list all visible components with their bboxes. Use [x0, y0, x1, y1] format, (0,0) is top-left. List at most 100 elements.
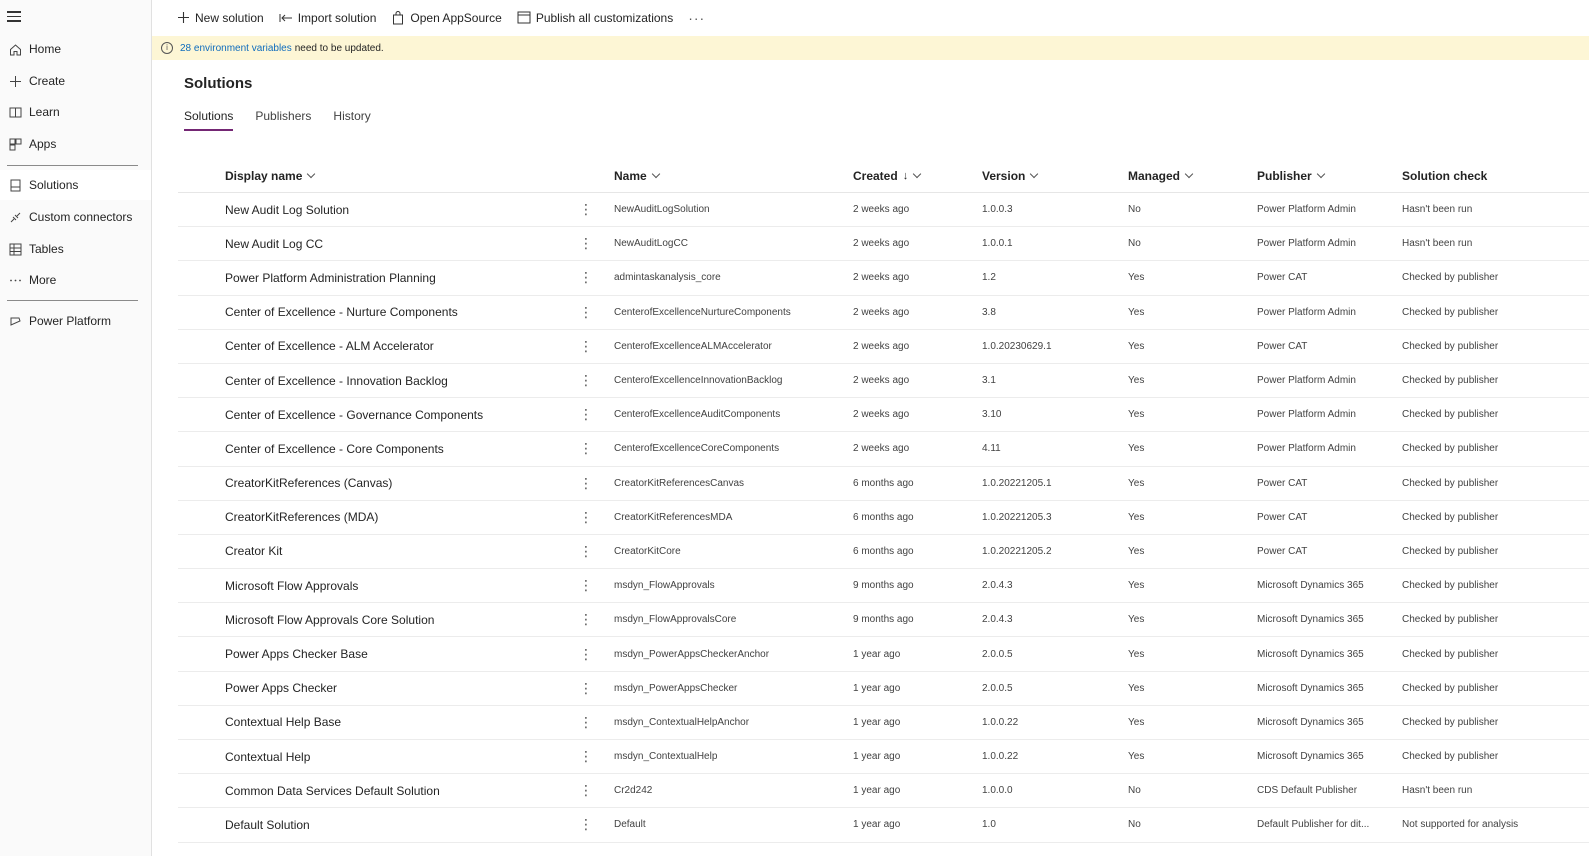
column-header-display-name[interactable]: Display name: [225, 169, 316, 183]
display-name-cell[interactable]: CreatorKitReferences (MDA): [225, 501, 378, 534]
sidebar-item-label: More: [29, 273, 57, 287]
column-header-solution-check[interactable]: Solution check: [1402, 169, 1487, 183]
row-more-options-icon[interactable]: ⋮: [579, 227, 593, 260]
publisher-cell: Power CAT: [1257, 272, 1308, 284]
row-more-options-icon[interactable]: ⋮: [579, 672, 593, 705]
display-name-cell[interactable]: New Audit Log CC: [225, 227, 323, 260]
column-header-publisher[interactable]: Publisher: [1257, 169, 1325, 183]
table-row[interactable]: Center of Excellence - Innovation Backlo…: [178, 364, 1589, 399]
display-name-cell[interactable]: Center of Excellence - ALM Accelerator: [225, 330, 434, 363]
table-row[interactable]: Microsoft Flow Approvals Core Solution ms…: [178, 603, 1589, 638]
row-more-options-icon[interactable]: ⋮: [579, 364, 593, 397]
publish-all-button[interactable]: Publish all customizations: [517, 11, 673, 25]
new-solution-button[interactable]: New solution: [176, 11, 264, 25]
table-row[interactable]: CreatorKitReferences (MDA) CreatorKitRefe…: [178, 501, 1589, 535]
sidebar-item-more[interactable]: More: [0, 265, 151, 295]
grid-header: Display name Name Created ↓ Version Manag…: [178, 160, 1589, 193]
table-row[interactable]: Contextual Help msdyn_ContextualHelp 1 yea…: [178, 740, 1589, 775]
row-more-options-icon[interactable]: ⋮: [579, 637, 593, 670]
display-name-cell[interactable]: Center of Excellence - Governance Compon…: [225, 398, 483, 431]
table-row[interactable]: Center of Excellence - ALM Accelerator Ce…: [178, 330, 1589, 364]
tab-publishers[interactable]: Publishers: [255, 109, 311, 131]
display-name-cell[interactable]: Power Apps Checker Base: [225, 637, 368, 670]
sidebar-item-apps[interactable]: Apps: [0, 129, 151, 159]
display-name-cell[interactable]: Center of Excellence - Nurture Component…: [225, 296, 458, 329]
table-row[interactable]: Power Apps Checker Base msdyn_PowerAppsCh…: [178, 637, 1589, 672]
sidebar-item-tables[interactable]: Tables: [0, 234, 151, 264]
column-header-created[interactable]: Created ↓: [853, 169, 922, 183]
display-name-cell[interactable]: Center of Excellence - Core Components: [225, 432, 444, 465]
sidebar-item-label: Apps: [29, 137, 57, 151]
row-more-options-icon[interactable]: ⋮: [579, 535, 593, 568]
import-solution-button[interactable]: Import solution: [279, 11, 376, 25]
row-more-options-icon[interactable]: ⋮: [579, 432, 593, 465]
table-row[interactable]: CreatorKitReferences (Canvas) CreatorKitR…: [178, 467, 1589, 501]
display-name-cell[interactable]: Default Solution: [225, 808, 310, 841]
table-row[interactable]: Power Platform Administration Planning ad…: [178, 261, 1589, 296]
managed-cell: No: [1128, 204, 1141, 216]
sidebar-item-power-platform[interactable]: Power Platform: [0, 306, 151, 336]
sidebar-item-custom-connectors[interactable]: Custom connectors: [0, 202, 151, 232]
table-row[interactable]: Center of Excellence - Nurture Component…: [178, 296, 1589, 330]
row-more-options-icon[interactable]: ⋮: [579, 467, 593, 500]
name-cell: CenterofExcellenceNurtureComponents: [614, 306, 791, 318]
row-more-options-icon[interactable]: ⋮: [579, 740, 593, 773]
table-row[interactable]: Default Solution Default 1 year ago 1.0 No De…: [178, 808, 1589, 843]
display-name-cell[interactable]: Creator Kit: [225, 535, 282, 568]
table-row[interactable]: Center of Excellence - Core Components Ce…: [178, 432, 1589, 467]
row-more-options-icon[interactable]: ⋮: [579, 501, 593, 534]
hamburger-menu-icon[interactable]: [7, 11, 21, 23]
row-more-options-icon[interactable]: ⋮: [579, 193, 593, 226]
publisher-cell: Power CAT: [1257, 545, 1308, 557]
display-name-cell[interactable]: Common Data Services Default Solution: [225, 774, 440, 807]
table-row[interactable]: New Audit Log Solution NewAuditLogSolutio…: [178, 193, 1589, 228]
open-appsource-button[interactable]: Open AppSource: [391, 11, 502, 25]
sidebar-item-create[interactable]: Create: [0, 66, 151, 96]
column-header-version[interactable]: Version: [982, 169, 1039, 183]
table-row[interactable]: Microsoft Flow Approvals msdyn_FlowApprov…: [178, 569, 1589, 604]
display-name-cell[interactable]: Microsoft Flow Approvals: [225, 569, 358, 602]
display-name-cell[interactable]: CreatorKitReferences (Canvas): [225, 467, 392, 500]
created-cell: 2 weeks ago: [853, 306, 910, 318]
row-more-options-icon[interactable]: ⋮: [579, 603, 593, 636]
table-row[interactable]: Center of Excellence - Governance Compon…: [178, 398, 1589, 433]
sidebar-item-home[interactable]: Home: [0, 34, 151, 64]
row-more-options-icon[interactable]: ⋮: [579, 774, 593, 807]
display-name-cell[interactable]: Contextual Help: [225, 740, 310, 773]
version-cell: 1.0.20221205.2: [982, 545, 1052, 557]
row-more-options-icon[interactable]: ⋮: [579, 706, 593, 739]
row-more-options-icon[interactable]: ⋮: [579, 296, 593, 329]
row-more-options-icon[interactable]: ⋮: [579, 808, 593, 841]
row-more-options-icon[interactable]: ⋮: [579, 261, 593, 294]
display-name-cell[interactable]: Microsoft Flow Approvals Core Solution: [225, 603, 434, 636]
display-name-cell[interactable]: New Audit Log Solution: [225, 193, 349, 226]
table-row[interactable]: Common Data Services Default Solution Cr2…: [178, 774, 1589, 809]
table-row[interactable]: Contextual Help Base msdyn_ContextualHelp…: [178, 706, 1589, 740]
environment-variables-link[interactable]: 28 environment variables: [180, 43, 292, 54]
table-row[interactable]: Creator Kit CreatorKitCore 6 months ago 1.0…: [178, 535, 1589, 570]
created-cell: 1 year ago: [853, 785, 901, 797]
tab-history[interactable]: History: [333, 109, 370, 131]
chevron-down-icon: [1030, 169, 1039, 179]
column-header-managed[interactable]: Managed: [1128, 169, 1194, 183]
table-row[interactable]: New Audit Log CC NewAuditLogCC 2 weeks ago…: [178, 227, 1589, 262]
version-cell: 1.0.20230629.1: [982, 340, 1052, 352]
display-name-cell[interactable]: Center of Excellence - Innovation Backlo…: [225, 364, 448, 397]
table-row[interactable]: Power Apps Checker msdyn_PowerAppsChecker…: [178, 672, 1589, 706]
row-more-options-icon[interactable]: ⋮: [579, 398, 593, 431]
tab-solutions[interactable]: Solutions: [184, 109, 234, 131]
name-cell: msdyn_PowerAppsCheckerAnchor: [614, 648, 770, 660]
sidebar-item-learn[interactable]: Learn: [0, 97, 151, 127]
column-header-name[interactable]: Name: [614, 169, 660, 183]
display-name-cell[interactable]: Contextual Help Base: [225, 706, 341, 739]
display-name-cell[interactable]: Power Platform Administration Planning: [225, 261, 436, 294]
row-more-options-icon[interactable]: ⋮: [579, 330, 593, 363]
row-more-options-icon[interactable]: ⋮: [579, 569, 593, 602]
more-commands-icon[interactable]: ···: [688, 10, 705, 26]
version-cell: 1.0.0.22: [982, 751, 1019, 763]
publisher-cell: Power Platform Admin: [1257, 306, 1356, 318]
sidebar-item-label: Create: [29, 74, 66, 88]
sidebar-item-solutions[interactable]: Solutions: [0, 170, 151, 200]
solution-check-cell: Checked by publisher: [1402, 340, 1499, 352]
display-name-cell[interactable]: Power Apps Checker: [225, 672, 337, 705]
